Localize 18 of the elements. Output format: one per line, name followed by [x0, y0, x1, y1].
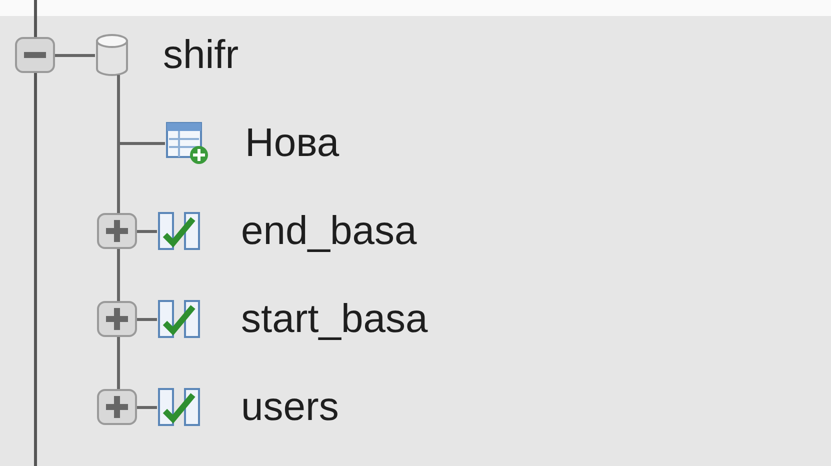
table-view-icon [157, 209, 201, 253]
collapse-toggle[interactable] [15, 37, 55, 73]
tree-item-label[interactable]: Нова [245, 123, 340, 163]
minus-icon [24, 52, 46, 58]
plus-icon [106, 308, 128, 330]
tree-item-label[interactable]: start_basa [241, 299, 428, 339]
plus-icon [106, 220, 128, 242]
tree-item-label[interactable]: shifr [163, 35, 239, 75]
table-view-icon [157, 297, 201, 341]
expand-toggle[interactable] [97, 301, 137, 337]
database-icon [95, 33, 129, 77]
expand-toggle[interactable] [97, 213, 137, 249]
plus-icon [106, 396, 128, 418]
expand-toggle[interactable] [97, 389, 137, 425]
table-view-icon [157, 385, 201, 429]
tree-item-label[interactable]: end_basa [241, 211, 417, 251]
tree-item-label[interactable]: users [241, 387, 339, 427]
new-table-icon [165, 121, 209, 165]
